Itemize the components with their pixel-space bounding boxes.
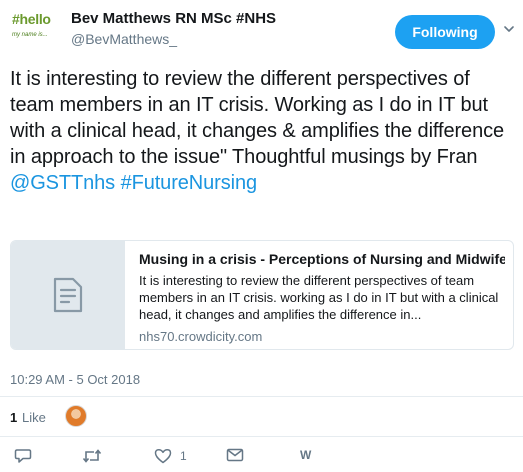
following-button[interactable]: Following bbox=[395, 15, 495, 49]
retweet-button[interactable] bbox=[82, 448, 102, 464]
envelope-icon bbox=[226, 448, 244, 462]
tweet-header: #hello my name is... Bev Matthews RN MSc… bbox=[10, 8, 515, 49]
card-body: Musing in a crisis - Perceptions of Nurs… bbox=[139, 251, 505, 344]
divider-top bbox=[0, 396, 523, 397]
like-count: 1 bbox=[180, 449, 187, 463]
action-bar: 1 W bbox=[0, 444, 523, 472]
likes-row: 1 Like bbox=[10, 403, 515, 433]
tweet-body: It is interesting to review the differen… bbox=[10, 68, 505, 168]
avatar-logo-subtext: my name is... bbox=[12, 32, 48, 38]
extra-action[interactable]: W bbox=[300, 448, 311, 462]
reply-icon bbox=[14, 449, 32, 463]
liker-avatar[interactable] bbox=[65, 405, 87, 427]
tweet-text: It is interesting to review the differen… bbox=[10, 66, 515, 196]
card-thumbnail bbox=[11, 241, 125, 349]
likes-label[interactable]: Like bbox=[22, 410, 46, 425]
heart-icon bbox=[154, 449, 172, 464]
like-button[interactable]: 1 bbox=[154, 448, 187, 464]
card-title: Musing in a crisis - Perceptions of Nurs… bbox=[139, 251, 505, 267]
link-card[interactable]: Musing in a crisis - Perceptions of Nurs… bbox=[10, 240, 514, 350]
author-avatar[interactable]: #hello my name is... bbox=[10, 8, 58, 48]
retweet-icon bbox=[82, 449, 102, 463]
card-domain: nhs70.crowdicity.com bbox=[139, 329, 263, 344]
author-display-name[interactable]: Bev Matthews RN MSc #NHS bbox=[71, 10, 276, 27]
tweet-timestamp[interactable]: 10:29 AM - 5 Oct 2018 bbox=[10, 372, 140, 387]
likes-count[interactable]: 1 bbox=[10, 410, 17, 425]
dm-button[interactable] bbox=[226, 448, 244, 462]
hashtag-link[interactable]: #FutureNursing bbox=[121, 172, 258, 194]
card-description: It is interesting to review the differen… bbox=[139, 273, 499, 322]
reply-button[interactable] bbox=[14, 448, 32, 464]
mention-link[interactable]: @GSTTnhs bbox=[10, 172, 115, 194]
divider-bottom bbox=[0, 436, 523, 437]
document-icon bbox=[53, 277, 82, 313]
avatar-logo-text: #hello bbox=[12, 11, 51, 27]
w-glyph: W bbox=[300, 448, 312, 462]
chevron-down-icon[interactable] bbox=[503, 23, 515, 35]
author-handle[interactable]: @BevMatthews_ bbox=[71, 31, 177, 47]
